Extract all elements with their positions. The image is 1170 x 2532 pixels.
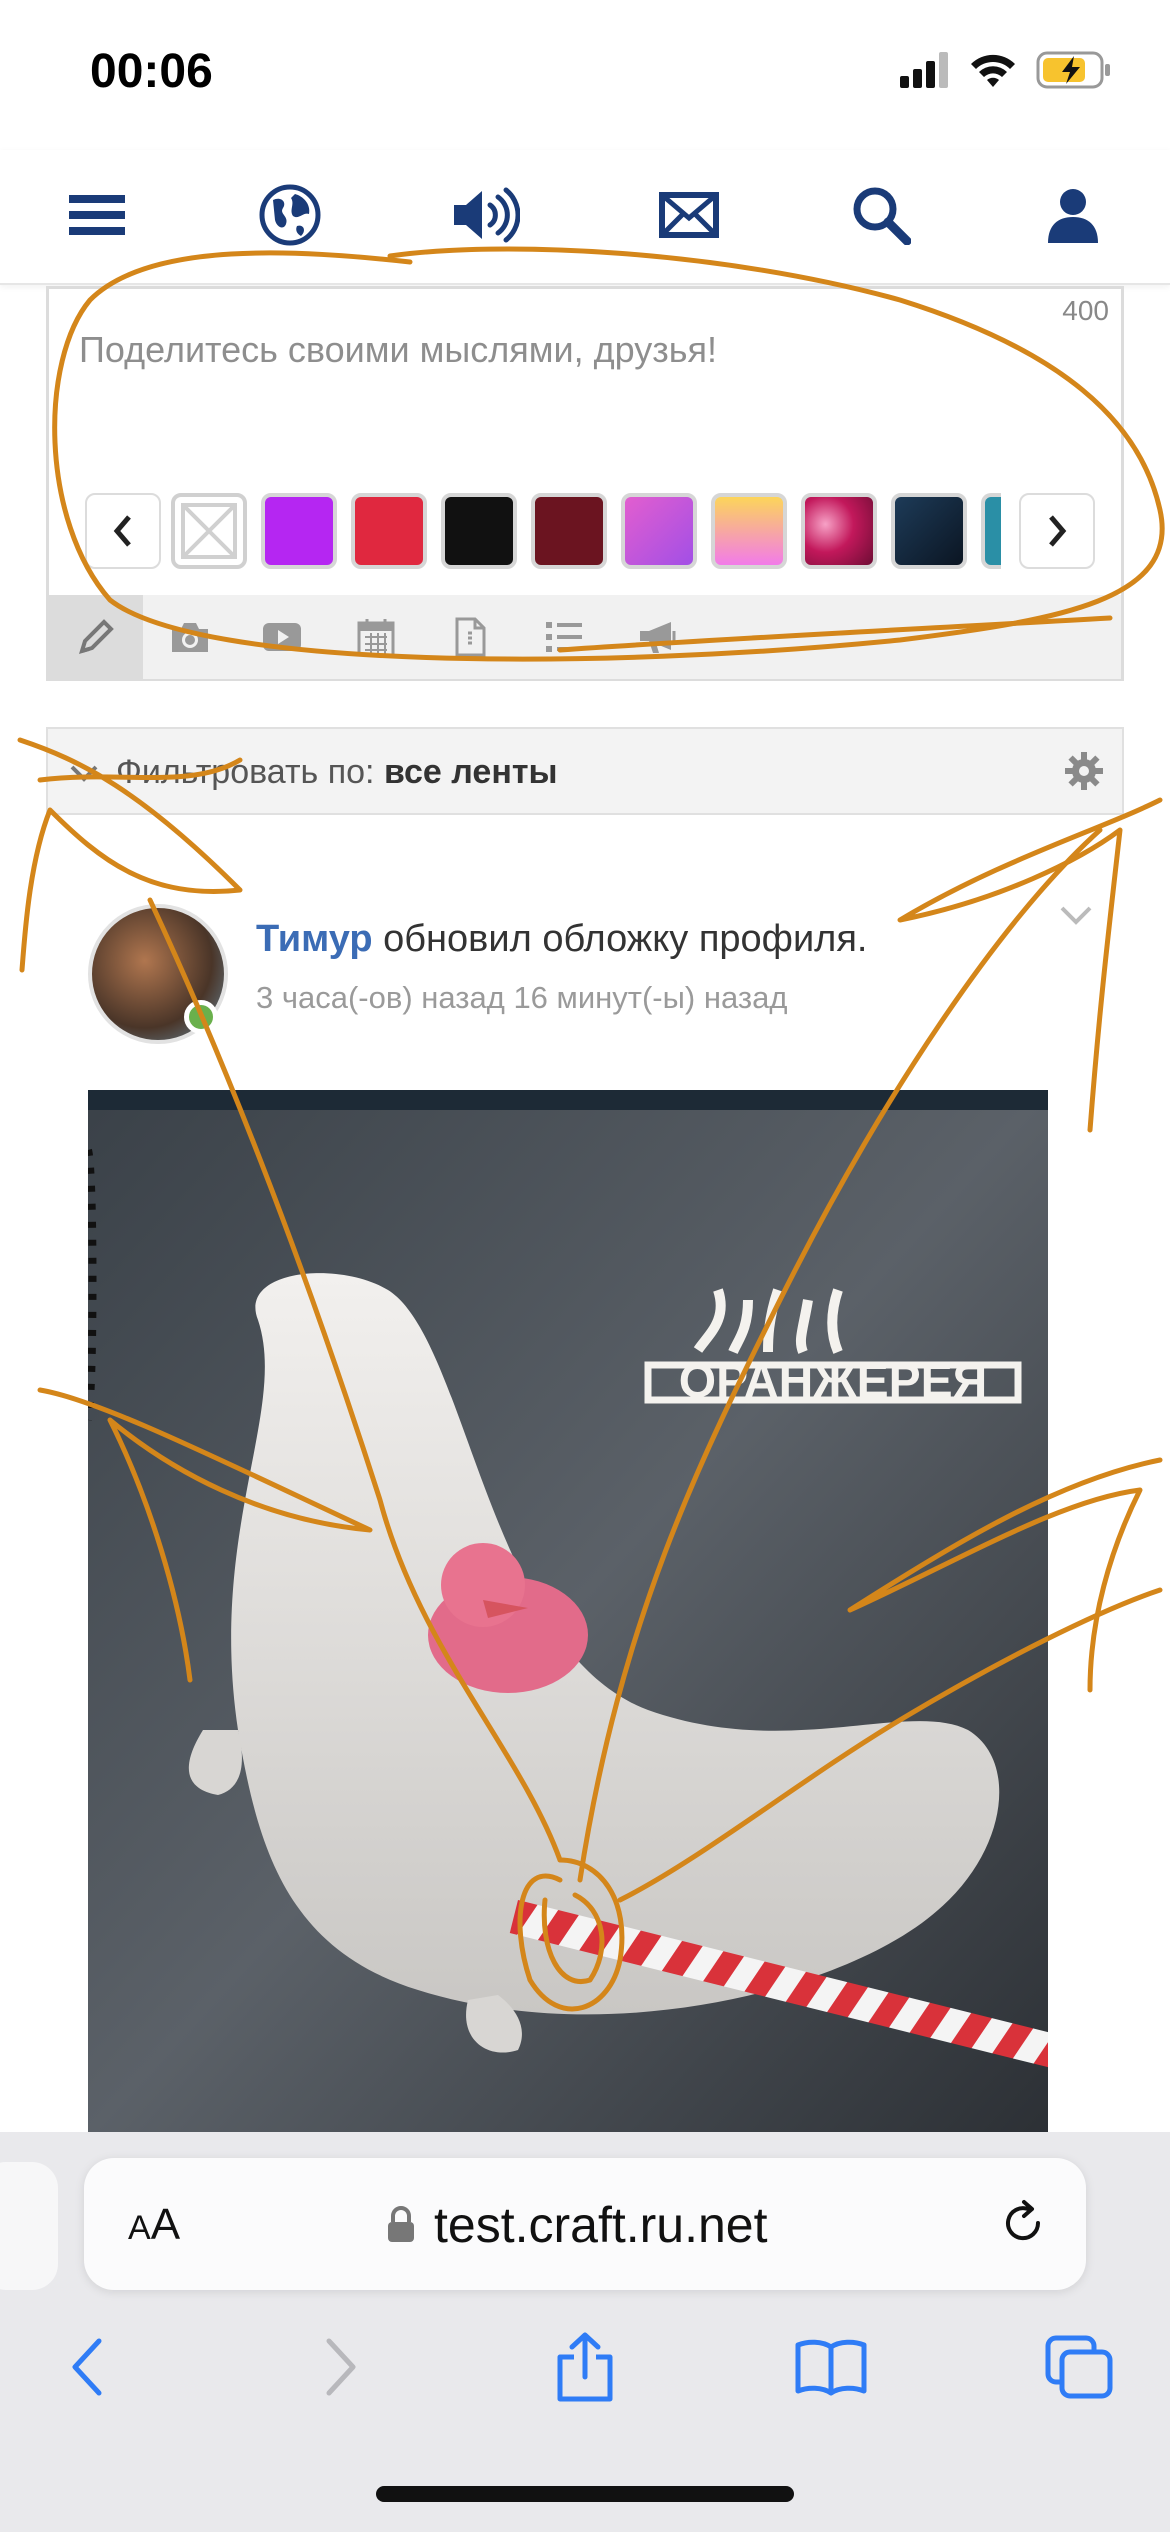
share-icon <box>557 2332 613 2402</box>
url-text: test.craft.ru.net <box>434 2197 768 2253</box>
reload-icon[interactable] <box>998 2198 1048 2248</box>
reader-settings-button[interactable]: AA <box>128 2200 180 2250</box>
tabs-button[interactable] <box>1034 2322 1124 2412</box>
previous-tab-peek[interactable] <box>0 2162 58 2290</box>
forward-button[interactable] <box>296 2322 386 2412</box>
annotation-scribbles <box>17 246 1165 2012</box>
home-indicator <box>376 2486 794 2502</box>
aa-small: A <box>128 2209 151 2247</box>
tabs-icon <box>1045 2335 1113 2399</box>
back-button[interactable] <box>42 2322 132 2412</box>
chevron-left-icon <box>72 2338 102 2396</box>
bookmarks-button[interactable] <box>786 2322 876 2412</box>
book-icon <box>795 2339 867 2396</box>
lock-icon <box>388 2206 414 2242</box>
share-button[interactable] <box>540 2322 630 2412</box>
aa-large: A <box>150 2200 181 2249</box>
address-bar[interactable]: AA test.craft.ru.net <box>84 2158 1086 2290</box>
browser-chrome: AA test.craft.ru.net <box>0 2132 1170 2532</box>
chevron-right-icon <box>326 2338 356 2396</box>
